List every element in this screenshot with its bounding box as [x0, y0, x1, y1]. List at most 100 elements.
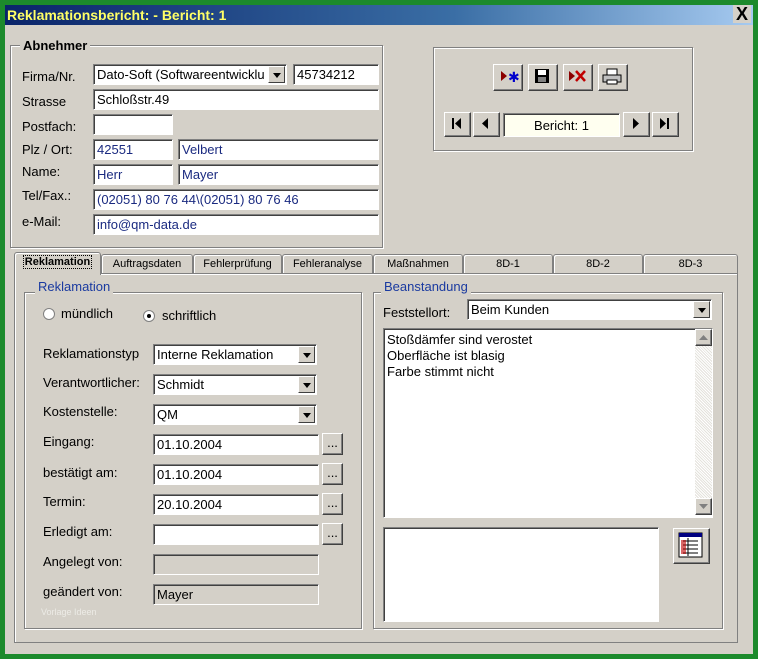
changed-by-field: Mayer — [153, 584, 319, 605]
tab-fehlerpruefung[interactable]: Fehlerprüfung — [193, 254, 282, 274]
scroll-down-button[interactable] — [695, 498, 712, 515]
issue-line: Stoßdämfer sind verostet — [387, 332, 533, 347]
created-by-field — [153, 554, 319, 575]
delete-record-icon — [569, 70, 586, 82]
tab-auftragsdaten[interactable]: Auftragsdaten — [101, 254, 193, 274]
first-record-icon — [452, 118, 461, 129]
next-record-icon — [633, 118, 639, 129]
pobox-field[interactable] — [93, 114, 173, 135]
record-indicator: Bericht: 1 — [503, 113, 620, 137]
costcenter-value: QM — [157, 407, 178, 422]
oral-label: mündlich — [61, 306, 114, 321]
issue-description-textarea[interactable]: Stoßdämfer sind verostet Oberfläche ist … — [383, 328, 713, 518]
written-radio[interactable] — [143, 310, 155, 322]
confirmed-date-picker-button[interactable]: ... — [322, 463, 343, 485]
new-record-button[interactable]: ✱ — [493, 64, 523, 91]
tab-8d-1[interactable]: 8D-1 — [463, 254, 553, 274]
issue-line: Oberfläche ist blasig — [387, 348, 505, 363]
company-value: Dato-Soft (Softwareentwicklu — [97, 67, 265, 82]
report-button[interactable] — [673, 528, 710, 564]
tab-8d-3[interactable]: 8D-3 — [643, 254, 738, 274]
svg-text:✱: ✱ — [508, 70, 520, 86]
location-combo[interactable]: Beim Kunden — [467, 299, 712, 320]
complaint-legend: Reklamation — [35, 279, 114, 294]
pobox-label: Postfach: — [22, 119, 77, 134]
complaint-type-dropdown-button[interactable] — [298, 346, 315, 363]
customer-legend: Abnehmer — [20, 38, 91, 53]
window-title: Reklamationsbericht: - Bericht: 1 — [7, 7, 227, 23]
salutation-field[interactable]: Herr — [93, 164, 173, 185]
received-date-picker-button[interactable]: ... — [322, 433, 343, 455]
print-button[interactable] — [598, 64, 628, 91]
floppy-disk-icon — [535, 69, 549, 83]
phone-field[interactable]: (02051) 80 76 44\(02051) 80 76 46 — [93, 189, 379, 210]
record-indicator-text: Bericht: 1 — [534, 118, 589, 133]
deadline-label: Termin: — [43, 494, 86, 509]
save-button[interactable] — [528, 64, 558, 91]
issue-notes-textarea[interactable] — [383, 527, 659, 622]
next-record-button[interactable] — [623, 112, 650, 137]
responsible-dropdown-button[interactable] — [298, 376, 315, 393]
name-label: Name: — [22, 164, 61, 179]
deadline-date-field[interactable]: 20.10.2004 — [153, 494, 319, 515]
first-record-button[interactable] — [444, 112, 471, 137]
complaint-type-label: Reklamationstyp — [43, 346, 140, 361]
watermark-text: Vorlage Ideen — [41, 607, 97, 617]
location-dropdown-button[interactable] — [693, 301, 710, 318]
company-label: Firma/Nr. — [22, 69, 76, 84]
done-date-picker-button[interactable]: ... — [322, 523, 343, 545]
deadline-date-picker-button[interactable]: ... — [322, 493, 343, 515]
oral-radio[interactable] — [43, 308, 55, 320]
issue-scrollbar[interactable] — [695, 329, 712, 515]
issue-legend: Beanstandung — [381, 279, 471, 294]
report-table-icon — [678, 532, 703, 558]
responsible-label: Verantwortlicher: — [43, 375, 140, 390]
phone-label: Tel/Fax.: — [22, 188, 72, 203]
previous-record-icon — [482, 118, 488, 129]
received-date-field[interactable]: 01.10.2004 — [153, 434, 319, 455]
written-label: schriftlich — [162, 308, 217, 323]
done-date-field[interactable] — [153, 524, 319, 545]
changed-by-label: geändert von: — [43, 584, 123, 599]
customer-number-field[interactable]: 45734212 — [293, 64, 379, 85]
issue-line: Farbe stimmt nicht — [387, 364, 494, 379]
printer-icon — [602, 68, 622, 85]
complaint-type-value: Interne Reklamation — [157, 347, 274, 362]
delete-record-button[interactable] — [563, 64, 593, 91]
company-combo[interactable]: Dato-Soft (Softwareentwicklu — [93, 64, 287, 85]
tab-massnahmen[interactable]: Maßnahmen — [373, 254, 463, 274]
confirmed-date-field[interactable]: 01.10.2004 — [153, 464, 319, 485]
scroll-up-icon — [699, 335, 708, 340]
street-label: Strasse — [22, 94, 67, 109]
costcenter-dropdown-button[interactable] — [298, 406, 315, 423]
location-label: Feststellort: — [383, 305, 451, 320]
tab-fehleranalyse[interactable]: Fehleranalyse — [282, 254, 373, 274]
tab-reklamation-label: Reklamation — [22, 255, 93, 269]
responsible-value: Schmidt — [157, 377, 204, 392]
email-field[interactable]: info@qm-data.de — [93, 214, 379, 235]
complaint-type-combo[interactable]: Interne Reklamation — [153, 344, 317, 365]
close-button[interactable]: X — [733, 5, 751, 23]
costcenter-combo[interactable]: QM — [153, 404, 317, 425]
done-label: Erledigt am: — [43, 524, 113, 539]
previous-record-button[interactable] — [473, 112, 500, 137]
scroll-down-icon — [699, 504, 708, 509]
last-record-icon — [660, 118, 669, 129]
created-by-label: Angelegt von: — [43, 554, 123, 569]
complaint-group — [24, 292, 362, 629]
lastname-field[interactable]: Mayer — [178, 164, 379, 185]
city-field[interactable]: Velbert — [178, 139, 379, 160]
last-record-button[interactable] — [652, 112, 679, 137]
title-bar: Reklamationsbericht: - Bericht: 1 X — [5, 5, 753, 25]
zip-field[interactable]: 42551 — [93, 139, 173, 160]
responsible-combo[interactable]: Schmidt — [153, 374, 317, 395]
scroll-up-button[interactable] — [695, 329, 712, 346]
received-label: Eingang: — [43, 434, 95, 449]
tab-8d-2[interactable]: 8D-2 — [553, 254, 643, 274]
tab-reklamation[interactable]: Reklamation — [14, 252, 101, 275]
street-field[interactable]: Schloßstr.49 — [93, 89, 379, 110]
report-window: Reklamationsbericht: - Bericht: 1 X Abne… — [5, 5, 753, 654]
confirmed-label: bestätigt am: — [43, 465, 118, 480]
company-dropdown-button[interactable] — [268, 66, 285, 83]
new-record-icon: ✱ — [501, 70, 520, 86]
